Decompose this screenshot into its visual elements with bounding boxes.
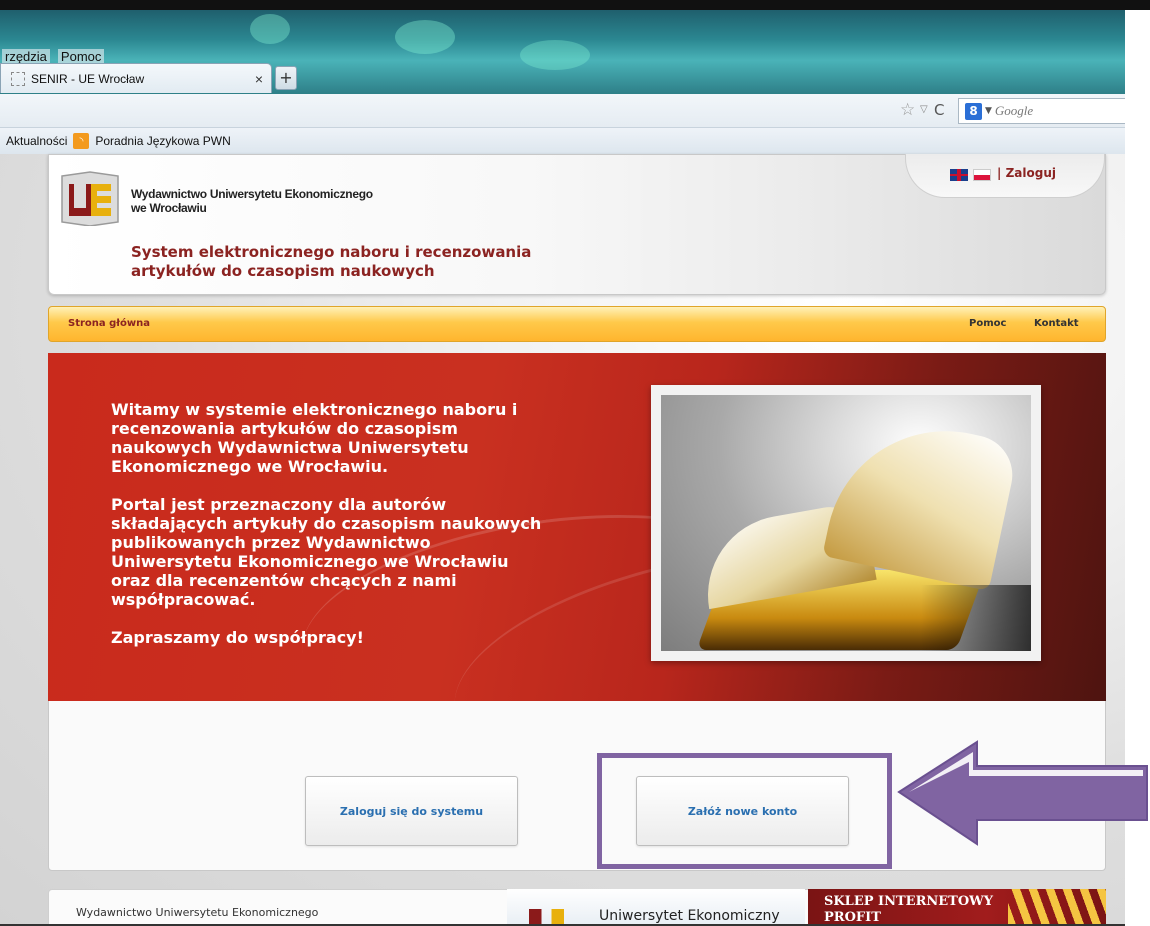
menu-help[interactable]: Pomoc xyxy=(57,48,105,64)
login-system-label: Zaloguj się do systemu xyxy=(339,804,484,818)
book-shadow xyxy=(921,585,1031,651)
titlebar-glow xyxy=(520,40,590,70)
footer-ue-banner[interactable]: Uniwersytet Ekonomiczny xyxy=(507,889,805,926)
welcome-paragraph-1: Witamy w systemie elektronicznego naboru… xyxy=(111,400,518,476)
welcome-text: Witamy w systemie elektronicznego naboru… xyxy=(111,400,551,666)
menu-tools[interactable]: rzędzia xyxy=(2,48,50,64)
nav-contact-link[interactable]: Kontakt xyxy=(1034,318,1079,329)
browser-navbar xyxy=(0,94,1125,128)
browser-tab[interactable]: SENIR - UE Wrocław × xyxy=(0,63,272,93)
tab-title: SENIR - UE Wrocław xyxy=(31,71,145,86)
left-arrow-annotation-icon xyxy=(897,740,1148,846)
titlebar-glow xyxy=(395,20,455,54)
google-engine-icon[interactable]: 8 xyxy=(965,102,982,120)
book-photo-frame xyxy=(651,385,1041,661)
window-top-bar xyxy=(0,0,1150,10)
ue-logo-icon[interactable] xyxy=(60,170,120,226)
welcome-paragraph-2: Portal jest przeznaczony dla autorów skł… xyxy=(111,495,542,609)
search-engine-dropdown-icon[interactable]: ▼ xyxy=(985,106,992,116)
favicon-placeholder-icon xyxy=(11,71,25,86)
nav-help-link[interactable]: Pomoc xyxy=(969,318,1006,329)
login-link-area: | Zaloguj xyxy=(997,166,1056,180)
welcome-paragraph-3: Zapraszamy do współpracy! xyxy=(111,628,364,647)
footer-publisher: Wydawnictwo Uniwersytetu Ekonomicznego xyxy=(76,906,319,919)
bookmark-aktualnosci[interactable]: Aktualności xyxy=(6,134,67,148)
footer-shop-banner[interactable]: SKLEP INTERNETOWY PROFIT xyxy=(808,889,1106,926)
titlebar-glow xyxy=(250,14,290,44)
system-title-line-2: artykułów do czasopism naukowych xyxy=(131,262,435,280)
search-placeholder: Google xyxy=(994,103,1034,118)
history-dropdown-icon[interactable]: ▽ xyxy=(920,104,928,115)
nav-home-link[interactable]: Strona główna xyxy=(68,318,150,329)
publisher-name: Wydawnictwo Uniwersytetu Ekonomicznego w… xyxy=(131,187,431,215)
highlight-annotation-box xyxy=(597,753,892,869)
new-tab-button[interactable]: + xyxy=(275,66,297,90)
bookmark-poradnia[interactable]: Poradnia Językowa PWN xyxy=(95,134,230,148)
open-book-image xyxy=(661,395,1031,651)
footer-shop-line-1: SKLEP INTERNETOWY xyxy=(824,894,994,909)
publisher-line-1: Wydawnictwo Uniwersytetu Ekonomicznego xyxy=(131,187,373,201)
footer-ue-text: Uniwersytet Ekonomiczny xyxy=(599,908,780,924)
footer-shop-text: SKLEP INTERNETOWY PROFIT xyxy=(824,894,993,926)
publisher-line-2: we Wrocławiu xyxy=(131,201,207,215)
bookmarks-bar: Aktualności ◝ Poradnia Językowa PWN xyxy=(0,128,1125,154)
close-tab-icon[interactable]: × xyxy=(255,71,263,87)
login-link[interactable]: Zaloguj xyxy=(1006,166,1056,180)
login-separator: | xyxy=(997,166,1002,180)
login-system-button[interactable]: Zaloguj się do systemu xyxy=(305,776,518,846)
system-title: System elektronicznego naboru i recenzow… xyxy=(131,243,551,281)
main-nav xyxy=(48,306,1106,342)
system-title-line-1: System elektronicznego naboru i recenzow… xyxy=(131,243,532,261)
search-input[interactable]: 8 ▼ Google xyxy=(958,98,1125,124)
english-flag-icon[interactable] xyxy=(950,169,968,181)
reload-icon[interactable]: C xyxy=(934,101,944,119)
polish-flag-icon[interactable] xyxy=(973,169,991,181)
bookmark-star-icon[interactable]: ☆ xyxy=(900,100,915,120)
shop-rays-decoration xyxy=(1008,889,1106,926)
rss-icon: ◝ xyxy=(73,133,90,149)
